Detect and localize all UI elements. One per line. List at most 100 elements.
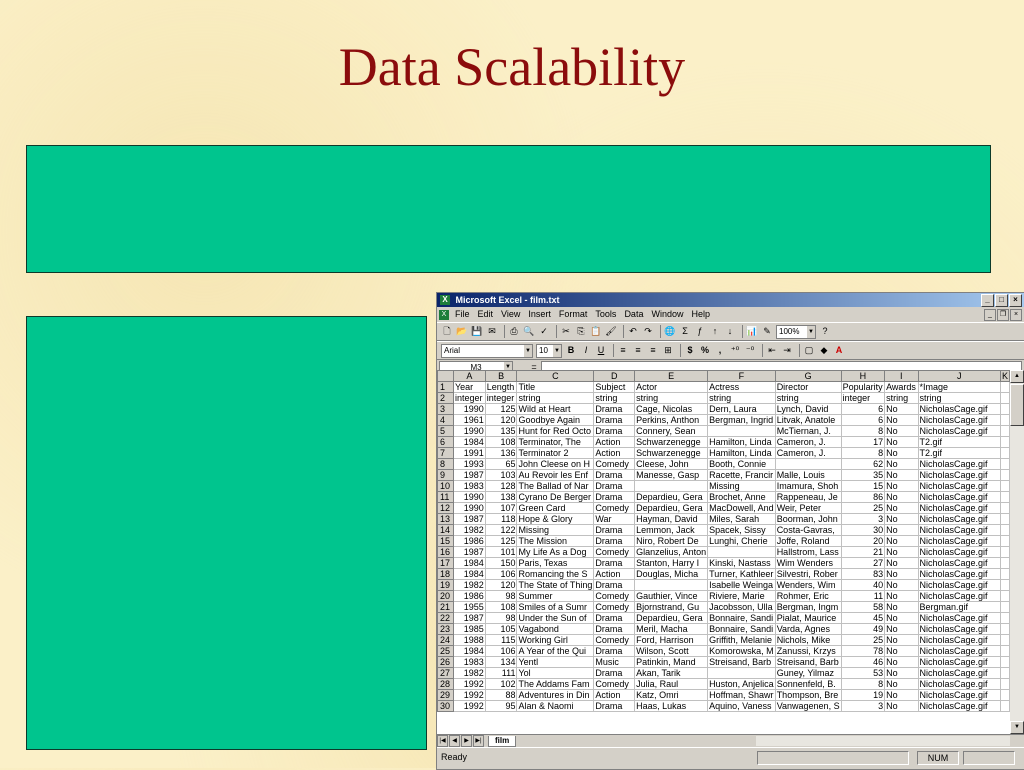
row-header[interactable]: 30 <box>437 700 454 712</box>
menu-file[interactable]: File <box>455 307 470 322</box>
grid-cell[interactable]: Hoffman, Shawr <box>707 689 776 701</box>
grid-cell[interactable]: The State of Thing <box>516 579 595 591</box>
grid-cell[interactable]: Cameron, J. <box>774 447 842 459</box>
grid-cell[interactable]: Terminator, The <box>516 436 595 448</box>
column-header[interactable]: I <box>884 370 919 382</box>
grid-cell[interactable]: 107 <box>484 502 518 514</box>
grid-cell[interactable] <box>707 667 776 679</box>
grid-cell[interactable]: 1984 <box>452 557 486 569</box>
row-header[interactable]: 23 <box>437 623 454 635</box>
grid-cell[interactable]: 150 <box>484 557 518 569</box>
grid-cell[interactable]: 102 <box>484 678 518 690</box>
column-header[interactable]: G <box>774 370 842 382</box>
row-header[interactable]: 10 <box>437 480 454 492</box>
grid-cell[interactable]: No <box>884 601 919 613</box>
grid-cell[interactable]: Length <box>484 381 518 393</box>
grid-cell[interactable]: Romancing the S <box>516 568 595 580</box>
grid-cell[interactable]: No <box>884 568 919 580</box>
grid-cell[interactable]: Actor <box>634 381 709 393</box>
grid-cell[interactable]: 86 <box>840 491 886 503</box>
grid-cell[interactable] <box>999 678 1010 690</box>
grid-cell[interactable] <box>999 590 1010 602</box>
column-header[interactable]: J <box>917 370 1001 382</box>
horizontal-scrollbar[interactable] <box>756 736 1010 746</box>
grid-cell[interactable]: Imamura, Shoh <box>774 480 842 492</box>
grid-cell[interactable] <box>634 579 709 591</box>
grid-cell[interactable]: Turner, Kathleer <box>707 568 776 580</box>
sheet-tab-film[interactable]: film <box>488 735 517 747</box>
email-icon[interactable]: ✉ <box>486 325 498 338</box>
grid-cell[interactable]: NicholasCage.gif <box>917 535 1001 547</box>
grid-cell[interactable]: 62 <box>840 458 886 470</box>
grid-cell[interactable]: 134 <box>484 656 518 668</box>
grid-cell[interactable]: NicholasCage.gif <box>917 469 1001 481</box>
grid-cell[interactable]: No <box>884 524 919 536</box>
grid-cell[interactable]: 1992 <box>452 689 486 701</box>
grid-cell[interactable]: Comedy <box>593 678 636 690</box>
grid-cell[interactable]: MacDowell, And <box>707 502 776 514</box>
grid-cell[interactable]: Cage, Nicolas <box>634 403 709 415</box>
spelling-icon[interactable]: ✓ <box>538 325 550 338</box>
sort-ascending-icon[interactable]: ↑ <box>709 325 721 338</box>
grid-cell[interactable]: No <box>884 480 919 492</box>
row-header[interactable]: 1 <box>437 381 454 393</box>
grid-cell[interactable]: Action <box>593 447 636 459</box>
format-painter-icon[interactable]: 🖌 <box>605 325 617 338</box>
grid-cell[interactable]: My Life As a Dog <box>516 546 595 558</box>
column-header[interactable]: D <box>593 370 636 382</box>
grid-cell[interactable]: Manesse, Gasp <box>634 469 709 481</box>
grid-cell[interactable]: Booth, Connie <box>707 458 776 470</box>
grid-cell[interactable]: Comedy <box>593 458 636 470</box>
grid-cell[interactable]: 120 <box>484 579 518 591</box>
grid-cell[interactable]: Comedy <box>593 590 636 602</box>
grid-cell[interactable]: The Addams Fam <box>516 678 595 690</box>
font-color-icon[interactable]: A <box>833 344 845 357</box>
menu-window[interactable]: Window <box>651 307 683 322</box>
row-header[interactable]: 6 <box>437 436 454 448</box>
grid-cell[interactable] <box>999 579 1010 591</box>
grid-cell[interactable]: Hallstrom, Lass <box>774 546 842 558</box>
grid-cell[interactable]: Aquino, Vaness <box>707 700 776 712</box>
grid-cell[interactable]: 3 <box>840 513 886 525</box>
grid-cell[interactable]: Green Card <box>516 502 595 514</box>
grid-cell[interactable]: 3 <box>840 700 886 712</box>
grid-cell[interactable]: War <box>593 513 636 525</box>
select-all-corner[interactable] <box>437 370 454 382</box>
grid-cell[interactable]: 98 <box>484 590 518 602</box>
grid-cell[interactable]: Perkins, Anthon <box>634 414 709 426</box>
grid-cell[interactable]: Schwarzenegge <box>634 447 709 459</box>
grid-cell[interactable] <box>999 392 1010 404</box>
save-icon[interactable]: 💾 <box>471 325 483 338</box>
grid-cell[interactable]: Adventures in Din <box>516 689 595 701</box>
grid-cell[interactable]: 136 <box>484 447 518 459</box>
grid-cell[interactable]: Under the Sun of <box>516 612 595 624</box>
grid-cell[interactable]: 101 <box>484 546 518 558</box>
grid-cell[interactable]: Kinski, Nastass <box>707 557 776 569</box>
open-icon[interactable]: 📂 <box>456 325 468 338</box>
grid-cell[interactable]: 1991 <box>452 447 486 459</box>
grid-cell[interactable]: 106 <box>484 645 518 657</box>
grid-cell[interactable]: McTiernan, J. <box>774 425 842 437</box>
grid-cell[interactable] <box>999 700 1010 712</box>
fill-color-icon[interactable]: ◆ <box>818 344 830 357</box>
grid-cell[interactable]: NicholasCage.gif <box>917 678 1001 690</box>
grid-cell[interactable]: Wilson, Scott <box>634 645 709 657</box>
merge-center-icon[interactable]: ⊞ <box>662 344 674 357</box>
grid-cell[interactable]: 108 <box>484 601 518 613</box>
grid-cell[interactable]: NicholasCage.gif <box>917 634 1001 646</box>
grid-cell[interactable]: Jacobsson, Ulla <box>707 601 776 613</box>
grid-cell[interactable]: Bjornstrand, Gu <box>634 601 709 613</box>
grid-cell[interactable]: John Cleese on H <box>516 458 595 470</box>
grid-cell[interactable]: 27 <box>840 557 886 569</box>
grid-cell[interactable]: Year <box>452 381 486 393</box>
grid-cell[interactable]: integer <box>484 392 518 404</box>
grid-cell[interactable]: 78 <box>840 645 886 657</box>
grid-cell[interactable]: No <box>884 436 919 448</box>
grid-cell[interactable]: Drama <box>593 700 636 712</box>
grid-cell[interactable]: The Mission <box>516 535 595 547</box>
grid-cell[interactable]: Drama <box>593 557 636 569</box>
cut-icon[interactable]: ✂ <box>560 325 572 338</box>
grid-cell[interactable]: Drama <box>593 414 636 426</box>
grid-cell[interactable] <box>999 381 1010 393</box>
chart-wizard-icon[interactable]: 📊 <box>746 325 758 338</box>
